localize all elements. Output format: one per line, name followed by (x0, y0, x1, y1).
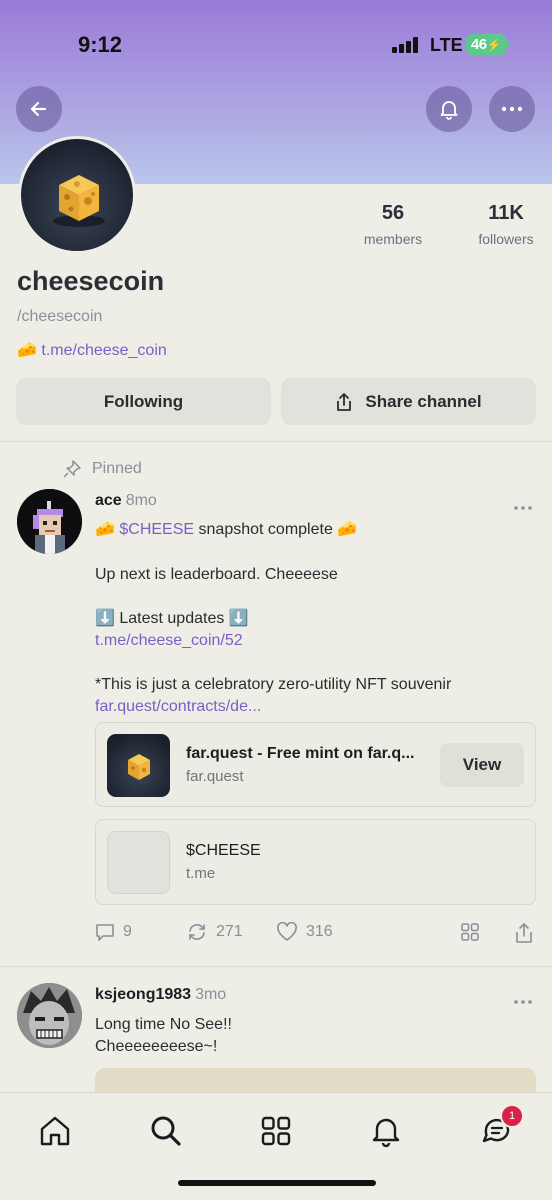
share-channel-label: Share channel (365, 391, 482, 411)
notifications-button[interactable] (426, 86, 472, 132)
post2-more-button[interactable] (514, 988, 532, 1009)
post-line-2: Up next is leaderboard. Cheeeese (95, 566, 338, 583)
network-label: LTE (430, 35, 463, 55)
channel-link[interactable]: 🧀 t.me/cheese_coin (17, 340, 167, 360)
post-actions: 9 271 316 (0, 922, 552, 950)
tab-notifications[interactable] (366, 1111, 406, 1151)
embed-domain: t.me (186, 865, 216, 882)
embed-domain: far.quest (186, 768, 244, 785)
recast-count: 271 (216, 923, 243, 940)
following-button[interactable]: Following (16, 378, 271, 425)
post2-line-1: Long time No See!! (95, 1016, 232, 1033)
telegram-post-link[interactable]: t.me/cheese_coin/52 (95, 630, 243, 652)
more-icon (514, 1000, 532, 1004)
link-embed-farquest[interactable]: far.quest - Free mint on far.q... far.qu… (95, 722, 536, 807)
pixel-avatar-image (17, 489, 82, 554)
farquest-link[interactable]: far.quest/contracts/de... (95, 696, 261, 718)
members-stat[interactable]: 56 members (362, 202, 424, 247)
post2-author-avatar[interactable] (17, 983, 82, 1048)
post2-header: ksjeong1983 3mo (95, 986, 226, 1004)
post-text-snapshot: snapshot complete (198, 521, 333, 538)
embed-thumbnail-placeholder (107, 831, 170, 894)
pinned-label: Pinned (92, 460, 142, 477)
cheese-emoji: 🧀 (95, 521, 115, 538)
more-options-button[interactable] (489, 86, 535, 132)
followers-count: 11K (488, 202, 524, 224)
channel-name: cheesecoin (17, 266, 165, 296)
tab-search[interactable] (146, 1111, 186, 1151)
post-header: ace 8mo (95, 492, 157, 510)
like-button[interactable]: 316 (276, 922, 333, 942)
channel-link-text: t.me/cheese_coin (41, 342, 167, 359)
status-bar: 9:12 LTE 46 ⚡ (0, 0, 552, 90)
post-author[interactable]: ace (95, 492, 122, 509)
reply-count: 9 (123, 923, 132, 940)
search-icon (151, 1116, 181, 1146)
back-arrow-icon (30, 101, 47, 117)
tab-home[interactable] (35, 1111, 75, 1151)
post-author-avatar[interactable] (17, 489, 82, 554)
embed-title: $CHEESE (186, 842, 261, 859)
cheese-emoji: 🧀 (17, 342, 37, 359)
section-divider (0, 441, 552, 442)
share-icon (516, 923, 532, 943)
bell-icon (372, 1118, 400, 1148)
like-count: 316 (306, 923, 333, 940)
manga-avatar-image (17, 983, 82, 1048)
pinned-indicator: Pinned (62, 459, 142, 479)
share-channel-button[interactable]: Share channel (281, 378, 536, 425)
recast-button[interactable]: 271 (186, 922, 243, 942)
battery-nub (506, 41, 509, 48)
post2-author[interactable]: ksjeong1983 (95, 986, 191, 1003)
share-icon (337, 392, 352, 411)
post-time: 8mo (125, 492, 157, 509)
collect-button[interactable] (460, 922, 480, 942)
pin-icon (63, 460, 81, 478)
post2-time: 3mo (195, 986, 227, 1003)
post-line-1: 🧀 $CHEESE snapshot complete 🧀 (95, 519, 357, 541)
view-button[interactable]: View (440, 743, 524, 787)
post-line-3: ⬇️ Latest updates ⬇️ (95, 610, 249, 627)
post-divider (0, 966, 552, 967)
signal-icon (392, 37, 420, 53)
cashtag-link[interactable]: $CHEESE (119, 521, 194, 538)
cheese-cube-image (53, 175, 105, 227)
heart-icon (277, 922, 297, 941)
post-more-button[interactable] (514, 494, 532, 515)
more-icon (501, 106, 523, 112)
post-share-button[interactable] (514, 922, 534, 944)
grid-icon (261, 1116, 291, 1146)
reply-icon (96, 924, 114, 941)
back-button[interactable] (16, 86, 62, 132)
post2-line-2: Cheeeeeeeese~! (95, 1038, 218, 1055)
followers-label: followers (478, 231, 534, 247)
reply-button[interactable]: 9 (95, 922, 132, 942)
members-label: members (363, 231, 423, 247)
home-icon (40, 1116, 70, 1146)
grid-icon (461, 923, 479, 941)
recast-icon (189, 924, 205, 940)
link-embed-telegram[interactable]: $CHEESE t.me (95, 819, 536, 905)
more-icon (514, 506, 532, 510)
home-indicator[interactable] (178, 1180, 376, 1186)
battery-icon: 46 ⚡ (466, 34, 506, 55)
messages-badge: 1 (500, 1104, 524, 1128)
followers-stat[interactable]: 11K followers (474, 202, 538, 247)
status-time: 9:12 (78, 32, 123, 57)
battery-level: 46 (470, 36, 487, 53)
members-count: 56 (381, 202, 405, 224)
cheese-cube-image (128, 754, 150, 780)
embed-title: far.quest - Free mint on far.q... (186, 745, 415, 762)
tab-apps[interactable] (256, 1111, 296, 1151)
channel-avatar (18, 136, 136, 254)
bell-icon (440, 101, 458, 120)
cheese-emoji: 🧀 (337, 521, 358, 538)
channel-handle: /cheesecoin (17, 308, 103, 325)
embed-thumbnail (107, 734, 170, 797)
post-line-5: *This is just a celebratory zero-utility… (95, 676, 452, 693)
